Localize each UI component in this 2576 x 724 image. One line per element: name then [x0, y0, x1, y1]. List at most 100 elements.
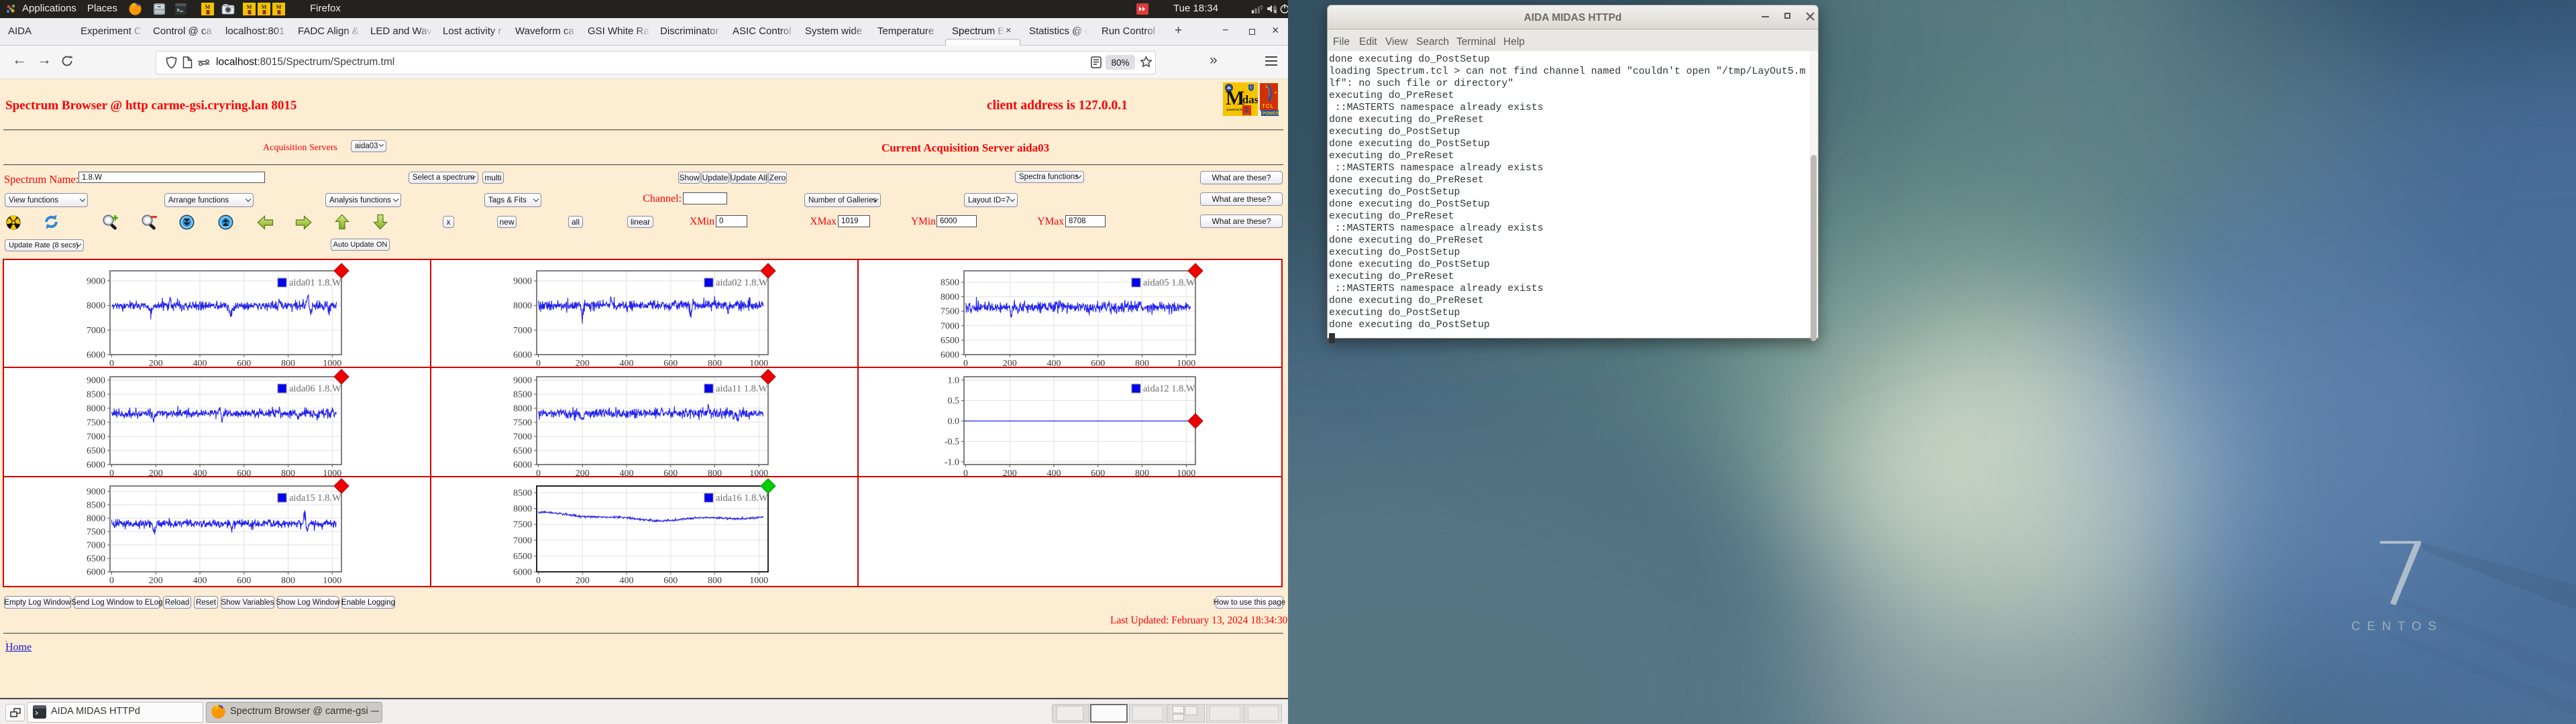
svg-text:0.5: 0.5 [948, 396, 960, 406]
svg-text:200: 200 [149, 576, 163, 586]
svg-text:7500: 7500 [513, 418, 532, 428]
svg-text:800: 800 [1135, 469, 1149, 479]
svg-text:200: 200 [149, 469, 163, 479]
svg-text:aida02 1.8.W: aida02 1.8.W [716, 278, 768, 288]
svg-text:400: 400 [620, 469, 634, 479]
svg-text:1000: 1000 [323, 469, 341, 479]
svg-text:600: 600 [237, 469, 251, 479]
svg-text:7500: 7500 [87, 418, 105, 428]
svg-text:600: 600 [1091, 469, 1105, 479]
svg-text:400: 400 [193, 469, 207, 479]
svg-text:9000: 9000 [513, 376, 532, 386]
svg-text:800: 800 [281, 359, 295, 369]
svg-text:9000: 9000 [87, 376, 105, 386]
svg-text:800: 800 [1135, 359, 1149, 369]
svg-text:0: 0 [109, 359, 114, 369]
svg-text:1000: 1000 [323, 576, 341, 586]
svg-text:6500: 6500 [513, 446, 532, 457]
svg-text:7500: 7500 [87, 528, 105, 538]
svg-text:200: 200 [1003, 469, 1017, 479]
svg-text:7000: 7000 [87, 541, 105, 551]
svg-text:6500: 6500 [513, 552, 532, 562]
svg-text:6500: 6500 [87, 446, 105, 457]
svg-text:0: 0 [109, 469, 114, 479]
svg-text:400: 400 [620, 359, 634, 369]
svg-text:600: 600 [663, 469, 678, 479]
svg-text:8500: 8500 [87, 390, 105, 400]
svg-text:6000: 6000 [941, 351, 959, 361]
svg-text:9000: 9000 [87, 277, 105, 287]
svg-text:aida12 1.8.W: aida12 1.8.W [1143, 383, 1195, 394]
svg-text:6000: 6000 [87, 568, 105, 578]
svg-text:8000: 8000 [87, 301, 105, 311]
svg-text:800: 800 [281, 469, 295, 479]
svg-text:6000: 6000 [513, 461, 532, 471]
svg-text:0: 0 [536, 359, 541, 369]
svg-text:0: 0 [109, 576, 114, 586]
svg-text:0: 0 [536, 576, 541, 586]
svg-text:200: 200 [576, 576, 590, 586]
svg-text:7500: 7500 [513, 520, 532, 530]
svg-text:8000: 8000 [513, 301, 532, 311]
svg-text:1000: 1000 [749, 576, 768, 586]
svg-text:aida01 1.8.W: aida01 1.8.W [289, 278, 341, 288]
svg-text:400: 400 [1047, 359, 1061, 369]
svg-text:200: 200 [1003, 359, 1017, 369]
svg-text:7000: 7000 [513, 326, 532, 336]
svg-text:aida05 1.8.W: aida05 1.8.W [1143, 278, 1195, 288]
svg-text:200: 200 [576, 359, 590, 369]
svg-text:0: 0 [963, 469, 968, 479]
svg-text:8000: 8000 [87, 514, 105, 524]
svg-text:6000: 6000 [87, 351, 105, 361]
svg-text:0: 0 [963, 359, 968, 369]
svg-text:aida16 1.8.W: aida16 1.8.W [716, 493, 768, 503]
svg-text:600: 600 [663, 359, 678, 369]
svg-text:1000: 1000 [749, 359, 768, 369]
svg-text:6500: 6500 [87, 554, 105, 564]
svg-text:600: 600 [663, 576, 678, 586]
svg-text:8500: 8500 [87, 501, 105, 511]
svg-text:400: 400 [1047, 469, 1061, 479]
svg-text:aida15 1.8.W: aida15 1.8.W [289, 493, 341, 503]
svg-text:0: 0 [536, 469, 541, 479]
svg-text:800: 800 [281, 576, 295, 586]
svg-text:8000: 8000 [513, 504, 532, 514]
svg-text:6000: 6000 [87, 461, 105, 471]
svg-text:aida11 1.8.W: aida11 1.8.W [716, 383, 767, 394]
svg-text:7000: 7000 [87, 432, 105, 442]
svg-text:800: 800 [708, 576, 722, 586]
svg-text:0.0: 0.0 [948, 417, 960, 427]
svg-text:1000: 1000 [323, 359, 341, 369]
svg-text:6500: 6500 [941, 336, 959, 346]
svg-text:8000: 8000 [513, 404, 532, 414]
svg-text:1000: 1000 [1177, 469, 1195, 479]
svg-text:800: 800 [708, 359, 722, 369]
svg-text:aida06 1.8.W: aida06 1.8.W [289, 383, 341, 394]
svg-text:6000: 6000 [513, 351, 532, 361]
svg-text:600: 600 [237, 576, 251, 586]
svg-text:400: 400 [193, 359, 207, 369]
svg-text:8500: 8500 [513, 390, 532, 400]
svg-text:8000: 8000 [87, 404, 105, 414]
svg-text:8500: 8500 [513, 489, 532, 499]
svg-text:9000: 9000 [87, 487, 105, 497]
svg-text:400: 400 [620, 576, 634, 586]
svg-text:1000: 1000 [749, 469, 768, 479]
svg-text:7000: 7000 [513, 432, 532, 442]
svg-text:-1.0: -1.0 [945, 458, 959, 468]
svg-text:600: 600 [237, 359, 251, 369]
svg-text:9000: 9000 [513, 277, 532, 287]
svg-text:600: 600 [1091, 359, 1105, 369]
svg-text:800: 800 [708, 469, 722, 479]
svg-text:6000: 6000 [513, 568, 532, 578]
svg-text:7000: 7000 [941, 321, 959, 331]
svg-text:8500: 8500 [941, 278, 959, 288]
svg-text:200: 200 [149, 359, 163, 369]
svg-text:1.0: 1.0 [948, 376, 960, 386]
svg-text:7000: 7000 [513, 536, 532, 546]
svg-text:1000: 1000 [1177, 359, 1195, 369]
svg-text:7000: 7000 [87, 326, 105, 336]
svg-text:7500: 7500 [941, 307, 959, 317]
svg-text:8000: 8000 [941, 292, 959, 302]
svg-text:-0.5: -0.5 [945, 437, 959, 447]
